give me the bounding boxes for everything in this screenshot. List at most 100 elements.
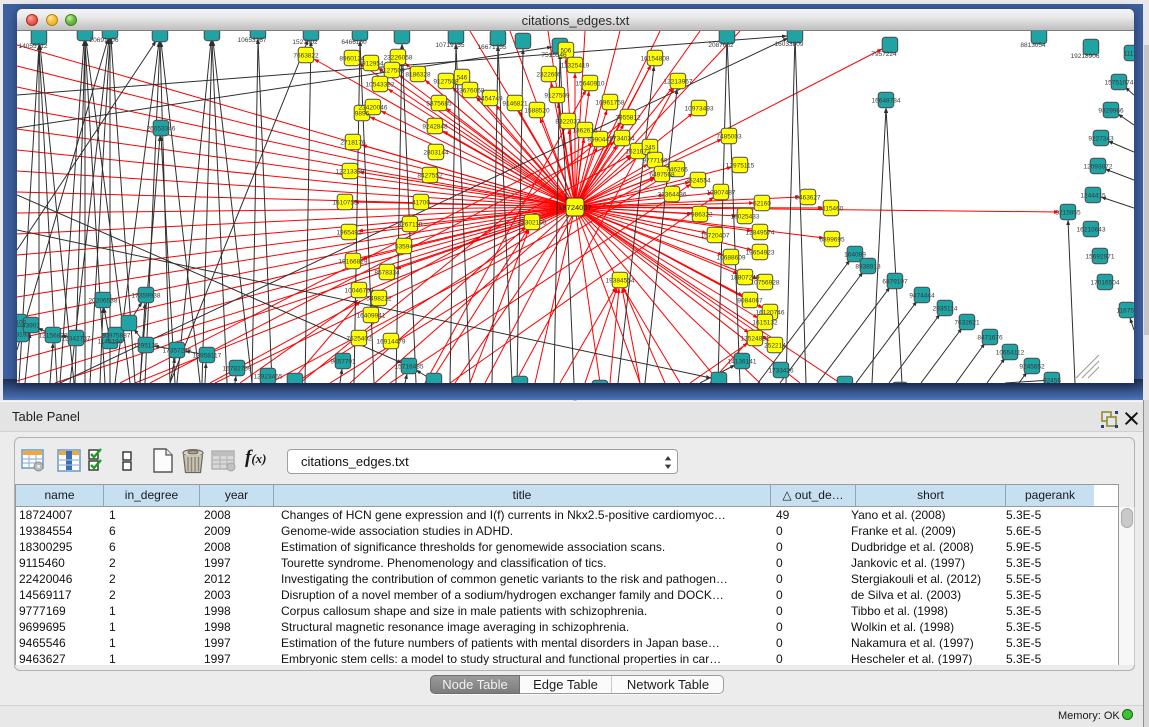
svg-text:9127509: 9127509 xyxy=(544,92,570,99)
svg-text:8186328: 8186328 xyxy=(405,71,431,78)
svg-text:6899695: 6899695 xyxy=(819,236,845,243)
svg-text:8578334: 8578334 xyxy=(374,269,400,276)
svg-text:18724007: 18724007 xyxy=(558,203,591,212)
svg-text:20691406: 20691406 xyxy=(90,37,119,44)
svg-text:12093872: 12093872 xyxy=(1084,163,1113,170)
svg-text:6497568: 6497568 xyxy=(649,171,675,178)
svg-text:7955812: 7955812 xyxy=(615,114,641,121)
svg-text:2803144: 2803144 xyxy=(423,149,449,156)
svg-text:20206538: 20206538 xyxy=(89,297,118,304)
svg-text:1145194: 1145194 xyxy=(98,338,123,345)
svg-text:11174: 11174 xyxy=(1123,50,1134,57)
svg-text:1733426: 1733426 xyxy=(768,367,794,374)
svg-text:9657791: 9657791 xyxy=(330,358,356,365)
svg-text:1615132: 1615132 xyxy=(752,319,778,326)
svg-text:41700: 41700 xyxy=(412,199,430,206)
svg-text:9115460: 9115460 xyxy=(819,205,844,212)
svg-text:39193: 39193 xyxy=(17,331,30,338)
svg-text:13958117: 13958117 xyxy=(193,352,222,359)
svg-text:2087652: 2087652 xyxy=(708,42,734,49)
svg-text:15640910: 15640910 xyxy=(576,80,605,87)
svg-text:3267110: 3267110 xyxy=(398,221,423,228)
svg-text:252214: 252214 xyxy=(764,342,786,349)
svg-text:9242848: 9242848 xyxy=(422,123,448,130)
svg-text:16671355: 16671355 xyxy=(478,44,507,51)
svg-text:8454749: 8454749 xyxy=(477,95,503,102)
svg-text:9896: 9896 xyxy=(355,110,370,117)
svg-text:1295135: 1295135 xyxy=(133,342,159,349)
svg-text:15720407: 15720407 xyxy=(701,232,730,239)
svg-text:53594: 53594 xyxy=(395,243,413,250)
svg-text:2718176: 2718176 xyxy=(340,139,366,146)
svg-text:16033809: 16033809 xyxy=(775,41,804,48)
svg-text:8938913: 8938913 xyxy=(855,263,881,270)
svg-text:10807487: 10807487 xyxy=(707,189,736,196)
svg-text:9084067: 9084067 xyxy=(737,297,763,304)
svg-text:1527602: 1527602 xyxy=(292,39,318,46)
svg-text:10543382: 10543382 xyxy=(366,81,395,88)
svg-text:164099: 164099 xyxy=(844,251,866,258)
svg-text:23226058: 23226058 xyxy=(384,54,413,61)
svg-text:116753: 116753 xyxy=(1116,307,1134,314)
svg-text:3215955: 3215955 xyxy=(1055,209,1081,216)
svg-text:19218906: 19218906 xyxy=(1071,53,1100,60)
svg-text:14055712: 14055712 xyxy=(19,43,48,50)
svg-text:15716485: 15716485 xyxy=(395,363,424,370)
svg-text:19654923: 19654923 xyxy=(746,249,775,256)
svg-text:19166829: 19166829 xyxy=(339,258,368,265)
svg-text:26053346: 26053346 xyxy=(147,125,176,132)
svg-text:9227343: 9227343 xyxy=(1088,135,1114,142)
svg-text:506: 506 xyxy=(561,47,572,54)
svg-text:12849574: 12849574 xyxy=(746,229,775,236)
svg-text:1610755: 1610755 xyxy=(332,199,358,206)
svg-text:12342737: 12342737 xyxy=(62,335,91,342)
svg-text:11325419: 11325419 xyxy=(561,62,590,69)
svg-text:1244415: 1244415 xyxy=(1080,192,1106,199)
svg-text:23302195: 23302195 xyxy=(518,219,547,226)
svg-text:7632621: 7632621 xyxy=(954,319,980,326)
svg-text:16120746: 16120746 xyxy=(756,309,785,316)
svg-text:7986322: 7986322 xyxy=(687,211,713,218)
svg-text:10688609: 10688609 xyxy=(717,254,746,261)
svg-text:43901: 43901 xyxy=(22,322,40,329)
svg-text:5875685: 5875685 xyxy=(426,100,452,107)
svg-text:9127509: 9127509 xyxy=(379,67,405,74)
svg-text:16914479: 16914479 xyxy=(377,338,406,345)
svg-text:16961758: 16961758 xyxy=(596,99,625,106)
svg-text:8813054: 8813054 xyxy=(1020,42,1046,49)
svg-text:30975887: 30975887 xyxy=(102,332,131,339)
svg-text:7625402: 7625402 xyxy=(346,335,372,342)
svg-text:17359938: 17359938 xyxy=(132,292,161,299)
svg-text:15751074: 15751074 xyxy=(1105,79,1134,86)
svg-text:9777169: 9777169 xyxy=(642,157,668,164)
svg-text:8427552: 8427552 xyxy=(417,172,443,179)
svg-text:16782759: 16782759 xyxy=(223,365,252,372)
svg-text:245: 245 xyxy=(645,144,656,151)
svg-text:23676068: 23676068 xyxy=(456,87,485,94)
svg-text:12213389: 12213389 xyxy=(336,168,365,175)
svg-text:1965492: 1965492 xyxy=(336,229,362,236)
svg-text:7663822: 7663822 xyxy=(293,52,319,59)
svg-text:9474444: 9474444 xyxy=(909,292,935,299)
svg-text:5498222: 5498222 xyxy=(366,295,392,302)
svg-text:546: 546 xyxy=(457,74,468,81)
svg-text:10046708: 10046708 xyxy=(345,287,374,294)
svg-text:10973493: 10973493 xyxy=(685,105,714,112)
svg-text:92456: 92456 xyxy=(1043,377,1061,383)
svg-text:6879197: 6879197 xyxy=(882,278,908,285)
svg-text:15692971: 15692971 xyxy=(1086,253,1115,260)
svg-text:8471676: 8471676 xyxy=(977,334,1003,341)
svg-text:9127508: 9127508 xyxy=(433,78,459,85)
svg-text:10654112: 10654112 xyxy=(996,349,1025,356)
svg-text:12975115: 12975115 xyxy=(726,162,755,169)
svg-text:7957224: 7957224 xyxy=(871,51,897,58)
svg-text:1588520: 1588520 xyxy=(524,107,550,114)
svg-text:12923465: 12923465 xyxy=(254,373,283,380)
svg-text:1362615: 1362615 xyxy=(572,127,598,134)
svg-text:10719155: 10719155 xyxy=(436,42,465,49)
svg-text:10756928: 10756928 xyxy=(751,279,780,286)
svg-text:16210643: 16210643 xyxy=(1077,226,1106,233)
svg-text:7485003: 7485003 xyxy=(716,133,742,140)
svg-text:9245652: 9245652 xyxy=(1019,363,1045,370)
svg-text:21364436: 21364436 xyxy=(658,191,687,198)
